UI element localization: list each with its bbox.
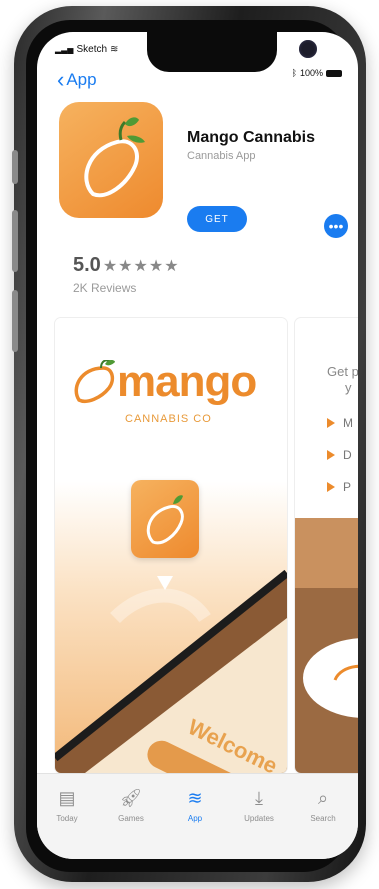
- back-button[interactable]: ‹ App: [57, 67, 97, 92]
- bluetooth-icon: ᛒ: [291, 68, 297, 78]
- tab-updates[interactable]: ⤓ Updates: [229, 788, 289, 823]
- screenshot-2[interactable]: Get p y M D P: [295, 318, 358, 773]
- tab-search[interactable]: ⌕ Search: [293, 788, 353, 823]
- rating: 5.0 ★★★★★: [73, 254, 180, 277]
- volume-down-button: [12, 290, 18, 352]
- rating-value: 5.0: [73, 254, 101, 276]
- battery-label: 100%: [299, 68, 323, 78]
- tab-label: Search: [310, 814, 336, 823]
- carrier-label: Sketch: [76, 44, 108, 55]
- volume-up-button: [12, 210, 18, 272]
- star-rating-icon: ★★★★★: [102, 258, 180, 275]
- reviews-count[interactable]: 2K Reviews: [73, 281, 136, 295]
- tab-label: Updates: [244, 814, 274, 823]
- battery-icon: [326, 69, 342, 77]
- layers-icon: ≋: [187, 788, 203, 808]
- mute-switch: [12, 150, 18, 184]
- chevron-left-icon: ‹: [57, 67, 65, 92]
- app-category: Cannabis App: [187, 150, 256, 162]
- back-label: App: [66, 70, 97, 89]
- wifi-icon: ≋: [110, 44, 119, 55]
- screenshot-1[interactable]: mango CANNABIS CO Welcome: [55, 318, 287, 773]
- get-button[interactable]: GET: [187, 206, 247, 232]
- tab-today[interactable]: ▤ Today: [37, 788, 97, 823]
- today-icon: ▤: [58, 788, 76, 808]
- mango-logo-icon: [84, 117, 145, 198]
- status-left: ▂▃▅ Sketch ≋: [55, 44, 118, 55]
- tab-label: Today: [56, 814, 78, 823]
- phone-mockup-graphic: [295, 518, 358, 773]
- tab-label: App: [187, 814, 203, 823]
- notch: [147, 32, 317, 72]
- search-icon: ⌕: [317, 788, 329, 808]
- tab-bar: ▤ Today 🚀︎ Games ≋ App ⤓ Updates ⌕ Searc…: [37, 773, 358, 859]
- status-right: ᛒ 100%: [292, 68, 342, 78]
- phone-screen: ▂▃▅ Sketch ≋ ᛒ 100% ‹ App Mango Cannabis…: [37, 32, 358, 859]
- more-options-button[interactable]: •••: [324, 214, 348, 238]
- tab-app[interactable]: ≋ App: [165, 788, 225, 823]
- camera-icon: [299, 40, 317, 58]
- rocket-icon: 🚀︎: [119, 788, 143, 808]
- app-icon: [59, 102, 163, 218]
- phone-mockup-graphic: [55, 569, 287, 773]
- app-title: Mango Cannabis: [187, 129, 316, 146]
- tab-label: Games: [118, 814, 144, 823]
- signal-icon: ▂▃▅: [55, 45, 74, 54]
- tab-games[interactable]: 🚀︎ Games: [101, 788, 161, 823]
- download-icon: ⤓: [255, 788, 263, 808]
